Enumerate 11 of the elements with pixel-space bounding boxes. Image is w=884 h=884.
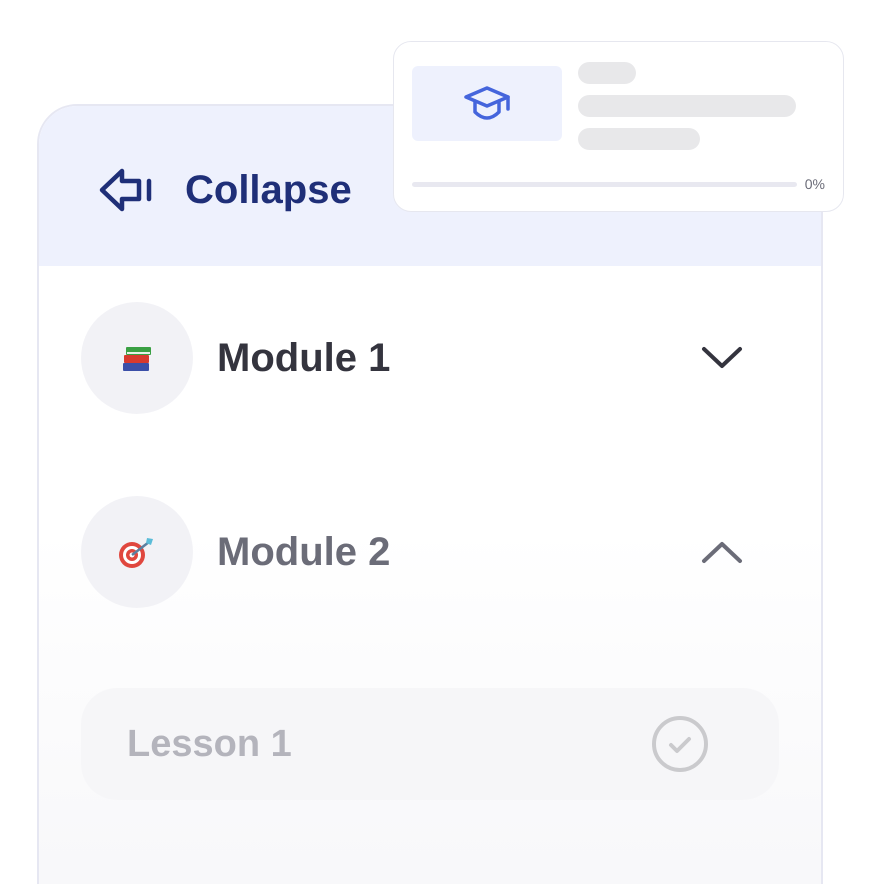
module-title: Module 2 bbox=[217, 529, 392, 576]
chevron-up-icon[interactable] bbox=[701, 540, 743, 564]
check-circle-icon[interactable] bbox=[651, 715, 709, 773]
lesson-title: Lesson 1 bbox=[127, 722, 293, 766]
module-title: Module 1 bbox=[217, 335, 392, 382]
module-row[interactable]: Module 2 bbox=[81, 496, 779, 608]
chevron-down-icon[interactable] bbox=[701, 346, 743, 370]
module-row[interactable]: Module 1 bbox=[81, 302, 779, 414]
graduation-cap-icon bbox=[463, 86, 511, 122]
progress-reading: 0% bbox=[804, 175, 825, 194]
collapse-button[interactable]: Collapse bbox=[99, 160, 352, 220]
